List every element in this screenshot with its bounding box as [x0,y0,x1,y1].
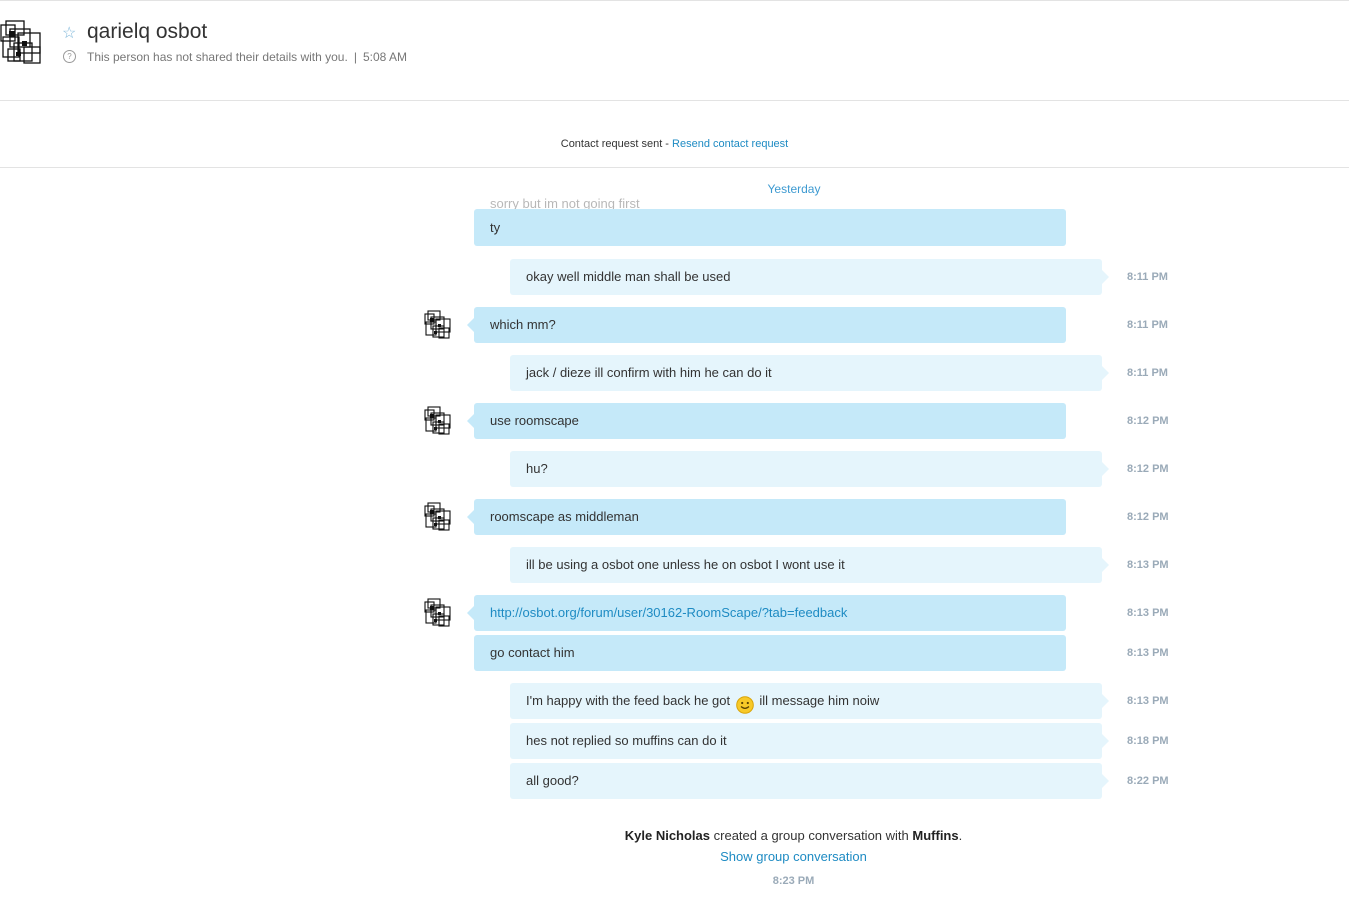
event-group: Muffins [912,828,959,843]
message-text: jack / dieze ill confirm with him he can… [526,365,772,380]
contact-avatar[interactable] [0,19,44,65]
event-timestamp: 8:23 PM [0,875,1349,887]
message-timestamp: 8:22 PM [1127,775,1169,787]
message-outgoing[interactable]: all good? [510,763,1109,799]
event-actor: Kyle Nicholas [624,828,711,843]
sender-avatar[interactable] [424,598,452,628]
conversation-header: ☆ qarielq osbot ? This person has not sh… [0,1,1349,101]
event-time: 8:23 PM [772,875,815,887]
message-timestamp: 8:12 PM [1127,511,1169,523]
faded-message: sorry but im not going first [474,192,1066,210]
message-text: hes not replied so muffins can do it [526,733,727,748]
message-incoming[interactable]: roomscape as middleman [467,499,1066,535]
status-text: This person has not shared their details… [87,50,348,64]
request-status: Contact request sent - [560,138,669,150]
message-outgoing[interactable]: hes not replied so muffins can do it [510,723,1109,759]
message-incoming[interactable]: go contact him [474,635,1066,671]
message-incoming[interactable]: which mm? [467,307,1066,343]
group-created-event: Kyle Nicholas created a group conversati… [0,828,1349,843]
message-text: okay well middle man shall be used [526,269,731,284]
event-period: . [958,828,963,843]
faded-message-text: sorry but im not going first [490,196,640,210]
message-incoming[interactable]: http://osbot.org/forum/user/30162-RoomSc… [467,595,1066,631]
contact-request-bar: Contact request sent - Resend contact re… [0,101,1349,168]
message-text: hu? [526,461,548,476]
message-outgoing[interactable]: I'm happy with the feed back he got ill … [510,683,1109,719]
message-timestamp: 8:11 PM [1127,367,1168,379]
sender-avatar[interactable] [424,310,452,340]
favorite-star-icon[interactable]: ☆ [62,23,76,43]
message-timestamp: 8:18 PM [1127,735,1169,747]
contact-name: qarielq osbot [87,20,208,43]
message-outgoing[interactable]: jack / dieze ill confirm with him he can… [510,355,1109,391]
message-incoming[interactable]: ty [474,209,1066,246]
resend-request-link[interactable]: Resend contact request [672,138,788,150]
message-text: ty [490,220,501,235]
local-time: 5:08 AM [362,50,407,64]
message-link[interactable]: http://osbot.org/forum/user/30162-RoomSc… [490,605,847,620]
message-text: use roomscape [490,413,579,428]
message-text: ill be using a osbot one unless he on os… [526,557,845,572]
message-outgoing[interactable]: ill be using a osbot one unless he on os… [510,547,1109,583]
sender-avatar[interactable] [424,502,452,532]
message-timestamp: 8:13 PM [1127,559,1169,571]
message-timestamp: 8:13 PM [1127,647,1169,659]
message-timestamp: 8:12 PM [1127,415,1169,427]
contact-status: This person has not shared their details… [87,50,407,64]
show-group-conversation-label[interactable]: Show group conversation [720,849,867,864]
message-timestamp: 8:12 PM [1127,463,1169,475]
message-text: go contact him [490,645,575,660]
message-outgoing[interactable]: okay well middle man shall be used [510,259,1109,295]
show-group-conversation-link[interactable]: Show group conversation [0,849,1349,864]
message-timestamp: 8:11 PM [1127,319,1168,331]
message-text: I'm happy with the feed back he got [526,693,731,708]
smiley-icon [735,692,754,714]
message-incoming[interactable]: use roomscape [467,403,1066,439]
message-outgoing[interactable]: hu? [510,451,1109,487]
message-text: all good? [526,773,579,788]
message-timestamp: 8:13 PM [1127,695,1169,707]
message-text: ill message him noiw [759,693,880,708]
event-action: created a group conversation with [713,828,909,843]
message-text: roomscape as middleman [490,509,639,524]
status-separator: | [353,50,357,64]
message-timestamp: 8:11 PM [1127,271,1168,283]
message-text: which mm? [490,317,556,332]
contact-request-line: Contact request sent - Resend contact re… [0,138,1349,150]
sender-avatar[interactable] [424,406,452,436]
message-timestamp: 8:13 PM [1127,607,1169,619]
question-circle-icon: ? [63,50,76,63]
